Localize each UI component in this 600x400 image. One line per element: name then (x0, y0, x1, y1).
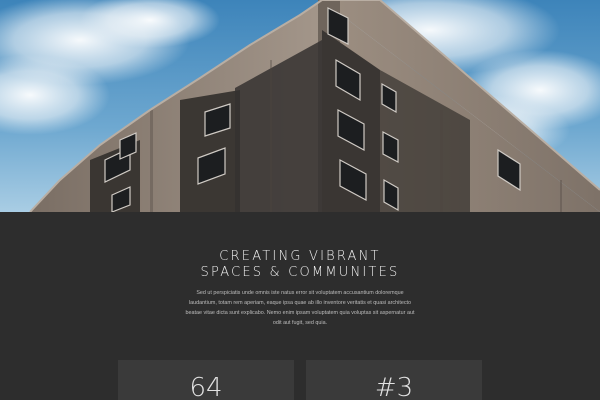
stat-card: #3 (306, 360, 482, 400)
intro-section: CREATING VIBRANT SPACES & COMMUNITES Sed… (0, 212, 600, 400)
section-paragraph: Sed ut perspiciatis unde omnis iste natu… (185, 290, 415, 326)
stat-card: 64 (118, 360, 294, 400)
section-heading-line1: CREATING VIBRANT (219, 249, 381, 264)
hero-image (0, 0, 600, 212)
page: CREATING VIBRANT SPACES & COMMUNITES Sed… (0, 0, 600, 400)
section-heading-line2: SPACES & COMMUNITES (200, 265, 400, 280)
building-photo (0, 0, 600, 212)
stat-value: #3 (374, 373, 414, 400)
stat-value: 64 (189, 373, 223, 400)
